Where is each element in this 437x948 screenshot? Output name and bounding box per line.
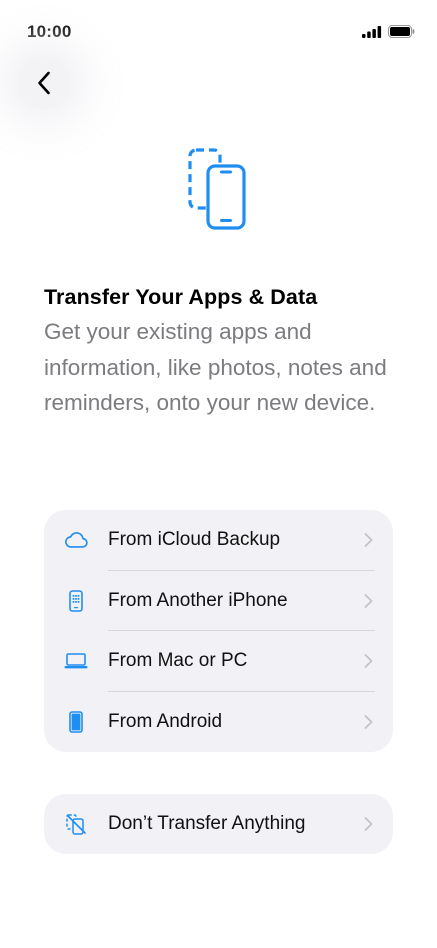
- status-icons: [362, 25, 415, 38]
- skip-transfer-group: Don’t Transfer Anything: [44, 794, 393, 854]
- option-icloud-backup[interactable]: From iCloud Backup: [44, 510, 393, 571]
- two-phones-transfer-icon: [188, 148, 246, 230]
- cellular-signal-icon: [362, 25, 382, 38]
- page-subtitle: Get your existing apps and information, …: [44, 319, 387, 415]
- no-transfer-icon: [64, 812, 88, 836]
- option-mac-or-pc[interactable]: From Mac or PC: [44, 631, 393, 692]
- option-label: From Another iPhone: [108, 589, 288, 611]
- chevron-left-icon: [38, 71, 50, 95]
- option-label: From iCloud Backup: [108, 529, 281, 551]
- icloud-icon: [64, 528, 88, 552]
- chevron-right-icon: [364, 593, 373, 608]
- chevron-right-icon: [364, 533, 373, 548]
- option-android[interactable]: From Android: [44, 692, 393, 753]
- status-bar: 10:00: [0, 0, 437, 60]
- iphone-icon: [64, 589, 88, 613]
- chevron-right-icon: [364, 817, 373, 832]
- option-another-iphone[interactable]: From Another iPhone: [44, 571, 393, 631]
- chevron-right-icon: [364, 654, 373, 669]
- option-dont-transfer[interactable]: Don’t Transfer Anything: [44, 794, 393, 854]
- transfer-options-group: From iCloud Backup From Another iPhone F…: [44, 510, 393, 752]
- android-phone-icon: [64, 710, 88, 734]
- status-time: 10:00: [27, 22, 72, 41]
- battery-icon: [388, 25, 415, 38]
- option-label: From Android: [108, 710, 223, 732]
- chevron-right-icon: [364, 714, 373, 729]
- laptop-icon: [64, 649, 88, 673]
- option-label: From Mac or PC: [108, 650, 248, 672]
- option-label: Don’t Transfer Anything: [108, 813, 306, 835]
- back-button[interactable]: [18, 57, 70, 109]
- page-title: Transfer Your Apps & Data: [44, 285, 318, 309]
